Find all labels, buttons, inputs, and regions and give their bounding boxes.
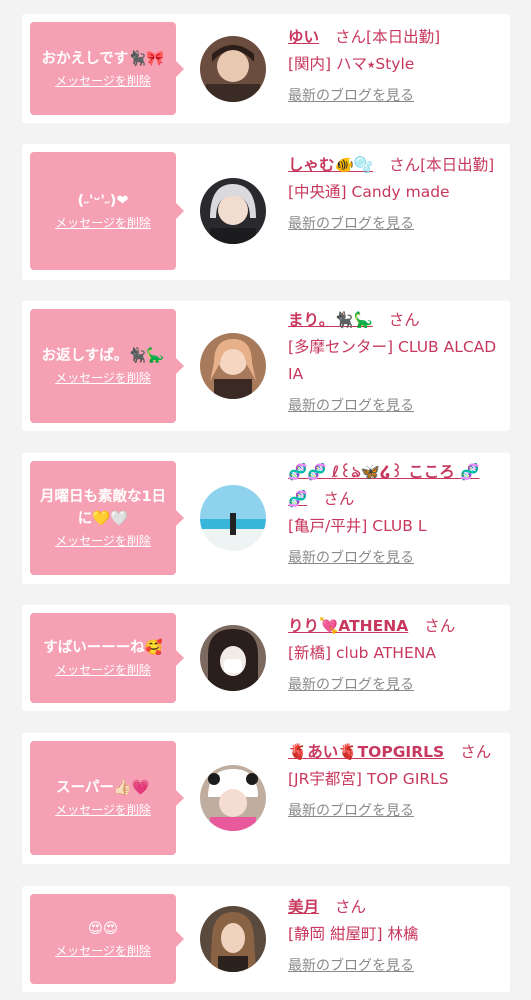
avatar[interactable] bbox=[200, 906, 266, 972]
honorific: さん bbox=[424, 617, 456, 635]
delete-message-link[interactable]: メッセージを削除 bbox=[55, 801, 151, 819]
profile-name-link[interactable]: しゃむ🐠🫧 bbox=[288, 156, 373, 174]
shop-name: [関内] ハマ⭑Style bbox=[288, 55, 415, 73]
message-text: 月曜日も素敵な1日に💛🤍 bbox=[39, 489, 167, 527]
honorific: さん bbox=[335, 28, 367, 46]
profile-info: ゆい さん[本日出勤] [関内] ハマ⭑Style 最新のブログを見る bbox=[288, 24, 498, 106]
honorific: さん bbox=[388, 311, 420, 329]
message-card: スーパー👍🏻💗 メッセージを削除 🫀あい🫀TOPGIRLS さん [JR宇都宮] … bbox=[22, 733, 510, 864]
message-card: 😍😍 メッセージを削除 美月 さん [静岡 紺屋町] 林檎 最新のブログを見る bbox=[22, 886, 510, 992]
message-text: お返しすぱ。🐈‍⬛🦕 bbox=[41, 348, 165, 364]
delete-message-link[interactable]: メッセージを削除 bbox=[55, 369, 151, 387]
profile-name-link[interactable]: 美月 bbox=[288, 898, 319, 916]
avatar[interactable] bbox=[200, 765, 266, 831]
avatar[interactable] bbox=[200, 36, 266, 102]
profile-info: りり💘ATHENA さん [新橋] club ATHENA 最新のブログを見る bbox=[288, 613, 498, 695]
avatar[interactable] bbox=[200, 333, 266, 399]
honorific: さん bbox=[335, 898, 367, 916]
latest-blog-link[interactable]: 最新のブログを見る bbox=[288, 396, 414, 416]
message-card: お返しすぱ。🐈‍⬛🦕 メッセージを削除 まり。🐈‍⬛🦕 さん [多摩センター] C… bbox=[22, 301, 510, 431]
message-card: すばいーーーね🥰 メッセージを削除 りり💘ATHENA さん [新橋] club … bbox=[22, 605, 510, 711]
message-bubble: おかえしです🐈‍⬛🎀 メッセージを削除 bbox=[30, 22, 184, 115]
profile-info: 美月 さん [静岡 紺屋町] 林檎 最新のブログを見る bbox=[288, 894, 498, 976]
profile-name-link[interactable]: りり💘ATHENA bbox=[288, 617, 408, 635]
avatar[interactable] bbox=[200, 485, 266, 551]
latest-blog-link[interactable]: 最新のブログを見る bbox=[288, 86, 414, 106]
message-card: おかえしです🐈‍⬛🎀 メッセージを削除 ゆい さん[本日出勤] [関内] ハマ⭑S… bbox=[22, 14, 510, 123]
message-bubble: 😍😍 メッセージを削除 bbox=[30, 894, 184, 984]
message-bubble: 月曜日も素敵な1日に💛🤍 メッセージを削除 bbox=[30, 461, 184, 575]
profile-info: 🧬🧬 ℓ꒰ঌ🦋໒꒱ こころ 🧬🧬 さん [亀戸/平井] CLUB L 最新のブログ… bbox=[288, 459, 498, 568]
profile-name-link[interactable]: まり。🐈‍⬛🦕 bbox=[288, 311, 373, 329]
message-card: (˶'ᵕ'˶)❤︎ メッセージを削除 しゃむ🐠🫧 さん[本日出勤] [中央通] C… bbox=[22, 144, 510, 280]
avatar[interactable] bbox=[200, 178, 266, 244]
honorific: さん bbox=[323, 490, 355, 508]
delete-message-link[interactable]: メッセージを削除 bbox=[55, 532, 151, 550]
message-card: 月曜日も素敵な1日に💛🤍 メッセージを削除 🧬🧬 ℓ꒰ঌ🦋໒꒱ こころ 🧬🧬 さん… bbox=[22, 453, 510, 584]
profile-name-link[interactable]: 🫀あい🫀TOPGIRLS bbox=[288, 743, 444, 761]
profile-name-link[interactable]: ゆい bbox=[288, 28, 319, 46]
shop-name: [亀戸/平井] CLUB L bbox=[288, 517, 427, 535]
shop-name: [新橋] club ATHENA bbox=[288, 644, 436, 662]
message-text: (˶'ᵕ'˶)❤︎ bbox=[77, 193, 129, 209]
honorific: さん bbox=[460, 743, 492, 761]
status-tag: [本日出勤] bbox=[366, 28, 441, 46]
latest-blog-link[interactable]: 最新のブログを見る bbox=[288, 801, 414, 821]
message-text: おかえしです🐈‍⬛🎀 bbox=[41, 50, 165, 67]
profile-name-link[interactable]: 🧬🧬 ℓ꒰ঌ🦋໒꒱ こころ 🧬🧬 bbox=[288, 463, 480, 508]
delete-message-link[interactable]: メッセージを削除 bbox=[55, 942, 151, 960]
latest-blog-link[interactable]: 最新のブログを見る bbox=[288, 548, 414, 568]
message-bubble: お返しすぱ。🐈‍⬛🦕 メッセージを削除 bbox=[30, 309, 184, 423]
message-text: すばいーーーね🥰 bbox=[43, 640, 163, 656]
profile-info: しゃむ🐠🫧 さん[本日出勤] [中央通] Candy made 最新のブログを見る bbox=[288, 152, 498, 234]
latest-blog-link[interactable]: 最新のブログを見る bbox=[288, 675, 414, 695]
honorific: さん bbox=[389, 156, 421, 174]
latest-blog-link[interactable]: 最新のブログを見る bbox=[288, 214, 414, 234]
shop-name: [多摩センター] CLUB ALCADIA bbox=[288, 338, 497, 383]
profile-info: 🫀あい🫀TOPGIRLS さん [JR宇都宮] TOP GIRLS 最新のブログを… bbox=[288, 739, 498, 821]
status-tag: [本日出勤] bbox=[420, 156, 495, 174]
profile-info: まり。🐈‍⬛🦕 さん [多摩センター] CLUB ALCADIA 最新のブログを見… bbox=[288, 307, 498, 416]
message-text: スーパー👍🏻💗 bbox=[56, 780, 150, 796]
avatar[interactable] bbox=[200, 625, 266, 691]
shop-name: [中央通] Candy made bbox=[288, 183, 450, 201]
message-bubble: (˶'ᵕ'˶)❤︎ メッセージを削除 bbox=[30, 152, 184, 270]
delete-message-link[interactable]: メッセージを削除 bbox=[55, 72, 151, 90]
message-bubble: すばいーーーね🥰 メッセージを削除 bbox=[30, 613, 184, 703]
message-text: 😍😍 bbox=[87, 921, 119, 937]
shop-name: [静岡 紺屋町] 林檎 bbox=[288, 925, 419, 943]
latest-blog-link[interactable]: 最新のブログを見る bbox=[288, 956, 414, 976]
message-bubble: スーパー👍🏻💗 メッセージを削除 bbox=[30, 741, 184, 855]
shop-name: [JR宇都宮] TOP GIRLS bbox=[288, 770, 449, 788]
delete-message-link[interactable]: メッセージを削除 bbox=[55, 214, 151, 232]
delete-message-link[interactable]: メッセージを削除 bbox=[55, 661, 151, 679]
